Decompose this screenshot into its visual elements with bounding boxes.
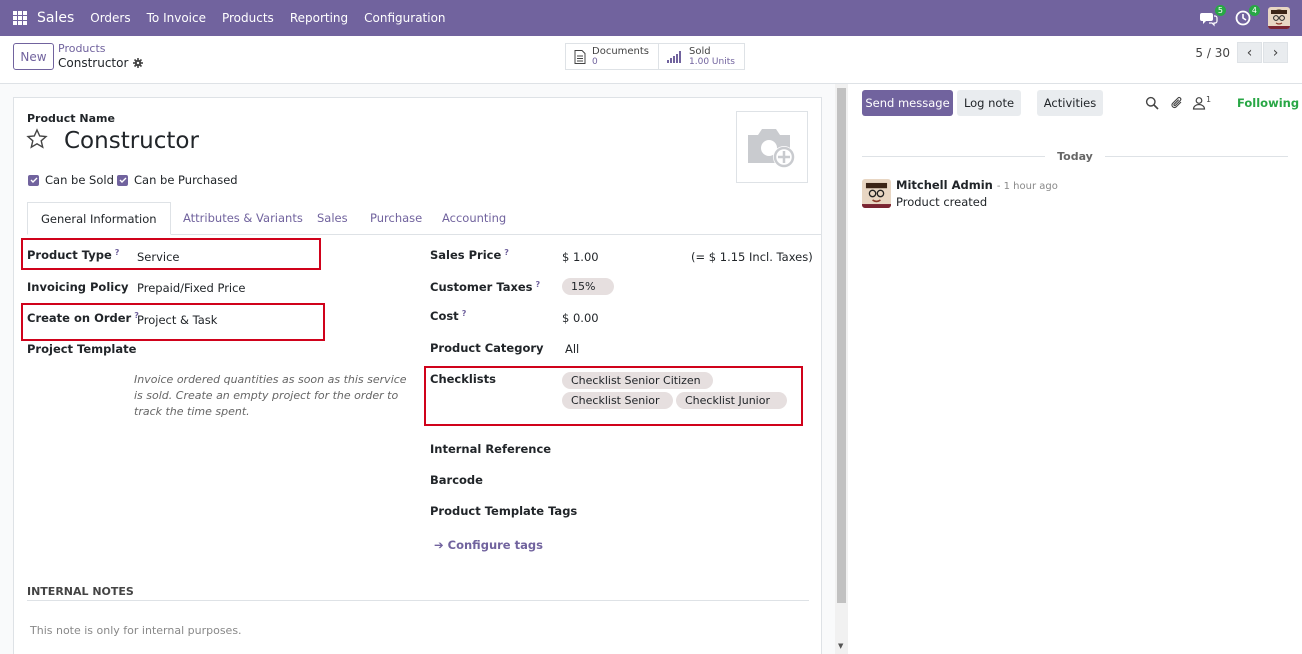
barcode-label: Barcode — [430, 473, 483, 487]
user-avatar[interactable] — [1268, 7, 1290, 29]
invoicing-policy-value[interactable]: Prepaid/Fixed Price — [137, 281, 246, 295]
followers-icon[interactable] — [1192, 96, 1206, 110]
author-avatar[interactable] — [862, 179, 891, 208]
chevron-left-icon: ‹ — [1246, 44, 1253, 61]
apps-menu-icon[interactable] — [13, 11, 27, 25]
sold-button[interactable]: Sold 1.00 Units — [658, 44, 744, 69]
incl-taxes-value: (= $ 1.15 Incl. Taxes) — [691, 250, 813, 264]
checkbox-checked-icon — [28, 174, 39, 186]
checkbox-checked-icon — [117, 174, 128, 186]
tab-attributes-variants[interactable]: Attributes & Variants — [183, 202, 303, 235]
menu-products[interactable]: Products — [222, 11, 274, 25]
followers-count: 1 — [1206, 95, 1212, 104]
scroll-down-arrow-icon[interactable]: ▼ — [838, 642, 843, 650]
scrollbar-thumb[interactable] — [837, 88, 846, 603]
following-button[interactable]: Following — [1237, 96, 1299, 110]
project-template-label: Project Template — [27, 342, 137, 356]
breadcrumb-products[interactable]: Products — [58, 42, 106, 55]
app-name[interactable]: Sales — [37, 10, 74, 26]
highlight-box-checklists — [424, 366, 803, 426]
configure-tags-label: Configure tags — [447, 538, 543, 552]
highlight-box-create-on-order — [21, 303, 325, 341]
menu-to-invoice[interactable]: To Invoice — [147, 11, 206, 25]
help-tooltip-icon[interactable]: ? — [504, 248, 509, 257]
activities-clock-icon[interactable]: 4 — [1234, 5, 1260, 27]
notes-divider — [27, 600, 809, 601]
can-be-sold-label: Can be Sold — [45, 173, 114, 187]
breadcrumb-current-label: Constructor — [58, 56, 129, 70]
menu-configuration[interactable]: Configuration — [364, 11, 445, 25]
activities-button[interactable]: Activities — [1037, 90, 1103, 116]
configure-tags-link[interactable]: ➔ Configure tags — [434, 538, 543, 552]
product-name[interactable]: Constructor — [64, 128, 199, 154]
chevron-right-icon: › — [1272, 44, 1279, 61]
pager-previous-button[interactable]: ‹ — [1237, 42, 1262, 63]
internal-notes-input[interactable]: This note is only for internal purposes. — [30, 624, 242, 637]
sales-price-value[interactable]: $ 1.00 — [562, 250, 599, 264]
bar-chart-icon — [667, 50, 682, 63]
message-time: - 1 hour ago — [996, 181, 1058, 192]
messages-icon[interactable]: 5 — [1200, 5, 1226, 27]
top-navbar: Sales Orders To Invoice Products Reporti… — [0, 0, 1302, 36]
cost-value[interactable]: $ 0.00 — [562, 311, 599, 325]
documents-value: 0 — [592, 56, 598, 67]
smart-buttons: Documents 0 Sold 1.00 Units — [565, 43, 745, 70]
pager-value[interactable]: 5 / 30 — [1195, 46, 1230, 60]
tab-sales[interactable]: Sales — [317, 202, 348, 235]
tab-purchase[interactable]: Purchase — [370, 202, 422, 235]
product-image[interactable] — [736, 111, 808, 183]
sold-label: Sold — [689, 45, 711, 57]
control-panel: New Products Constructor Documents 0 Sol… — [0, 36, 1302, 84]
message-author: Mitchell Admin - 1 hour ago — [896, 178, 1058, 192]
product-name-label: Product Name — [27, 112, 115, 125]
help-tooltip-icon[interactable]: ? — [536, 280, 541, 289]
tab-accounting[interactable]: Accounting — [442, 202, 506, 235]
file-icon — [574, 49, 586, 64]
camera-plus-icon — [748, 129, 795, 168]
form-sheet: Product Name Constructor Can be Sold Can… — [13, 97, 822, 654]
log-note-button[interactable]: Log note — [957, 90, 1021, 116]
activities-badge: 4 — [1248, 5, 1260, 16]
internal-reference-label: Internal Reference — [430, 442, 552, 456]
star-icon[interactable] — [26, 128, 48, 150]
customer-taxes-label: Customer Taxes? — [430, 280, 541, 294]
sales-price-label: Sales Price? — [430, 248, 509, 262]
internal-notes-header: INTERNAL NOTES — [27, 585, 134, 598]
documents-label: Documents — [592, 45, 650, 57]
breadcrumb-current: Constructor — [58, 56, 144, 70]
menu-orders[interactable]: Orders — [90, 11, 130, 25]
send-message-button[interactable]: Send message — [862, 90, 953, 116]
arrow-right-icon: ➔ — [434, 538, 444, 552]
cost-label: Cost? — [430, 309, 467, 323]
author-name[interactable]: Mitchell Admin — [896, 178, 993, 192]
can-be-sold-checkbox[interactable]: Can be Sold — [28, 173, 114, 187]
product-category-label: Product Category — [430, 341, 544, 355]
customer-taxes-tag[interactable]: 15% — [562, 278, 614, 295]
invoicing-policy-label: Invoicing Policy — [27, 280, 129, 294]
form-scrollbar[interactable]: ▼ — [835, 84, 848, 654]
paperclip-icon[interactable] — [1170, 96, 1184, 110]
service-help-text: Invoice ordered quantities as soon as th… — [134, 373, 407, 418]
messages-badge: 5 — [1214, 5, 1226, 16]
message-body: Product created — [896, 195, 988, 209]
chatter-panel: Send message Log note Activities 1 Follo… — [848, 84, 1302, 654]
can-be-purchased-checkbox[interactable]: Can be Purchased — [117, 173, 238, 187]
search-icon[interactable] — [1145, 96, 1159, 110]
highlight-box-product-type — [21, 238, 321, 270]
tab-general-information[interactable]: General Information — [27, 202, 171, 235]
product-template-tags-label: Product Template Tags — [430, 504, 578, 518]
new-button[interactable]: New — [13, 43, 54, 70]
sold-value: 1.00 Units — [689, 56, 735, 67]
date-separator: Today — [862, 150, 1288, 163]
menu-reporting[interactable]: Reporting — [290, 11, 348, 25]
help-tooltip-icon[interactable]: ? — [462, 309, 467, 318]
pager-next-button[interactable]: › — [1263, 42, 1288, 63]
documents-button[interactable]: Documents 0 — [566, 44, 658, 69]
product-category-value[interactable]: All — [565, 342, 579, 356]
form-view: Product Name Constructor Can be Sold Can… — [0, 84, 848, 654]
notebook-tabs: General Information Attributes & Variant… — [27, 202, 822, 235]
gear-icon[interactable] — [133, 58, 144, 68]
can-be-purchased-label: Can be Purchased — [134, 173, 238, 187]
